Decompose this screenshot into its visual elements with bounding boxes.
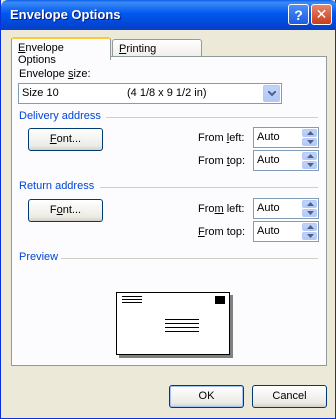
return-from-top-up[interactable]: [302, 223, 317, 231]
spin-up-arrow-icon: [307, 131, 314, 135]
envelope-size-dropdown-button[interactable]: [263, 85, 280, 102]
tab-envelope-options[interactable]: Envelope Options: [11, 37, 111, 66]
delivery-address-line: [165, 323, 199, 324]
delivery-from-left-spinner[interactable]: Auto: [253, 127, 319, 148]
spin-down-arrow-icon: [307, 163, 314, 167]
return-font-button[interactable]: Font...: [28, 199, 103, 222]
spin-down-arrow-icon: [307, 140, 314, 144]
preview-heading: Preview: [19, 251, 59, 263]
title-bar[interactable]: Envelope Options ? ✕: [1, 0, 336, 30]
delivery-from-top-spinner[interactable]: Auto: [253, 150, 319, 171]
return-from-left-value: Auto: [257, 202, 280, 214]
window-title: Envelope Options: [10, 7, 121, 22]
stamp-box: [215, 296, 225, 304]
delivery-address-line: [165, 319, 199, 320]
delivery-from-top-down[interactable]: [302, 161, 317, 169]
delivery-from-top-value: Auto: [257, 154, 280, 166]
spin-down-arrow-icon: [307, 211, 314, 215]
spin-up-arrow-icon: [307, 202, 314, 206]
envelope-size-dimensions: (4 1/8 x 9 1/2 in): [127, 87, 207, 99]
preview-separator: [61, 258, 318, 259]
close-icon: ✕: [315, 6, 328, 22]
delivery-from-left-down[interactable]: [302, 138, 317, 146]
envelope-size-select[interactable]: Size 10 (4 1/8 x 9 1/2 in): [18, 83, 282, 104]
delivery-font-button[interactable]: Font...: [28, 128, 103, 151]
question-mark-icon: ?: [294, 6, 303, 23]
envelope-options-dialog: Envelope Options ? ✕ Envelope Options Pr…: [0, 0, 336, 419]
envelope-size-value: Size 10: [22, 87, 59, 99]
return-from-left-down[interactable]: [302, 209, 317, 217]
delivery-address-line: [165, 327, 199, 328]
return-from-left-spinner[interactable]: Auto: [253, 198, 319, 219]
spin-up-arrow-icon: [307, 225, 314, 229]
return-from-top-value: Auto: [257, 225, 280, 237]
return-from-top-down[interactable]: [302, 232, 317, 240]
delivery-from-left-up[interactable]: [302, 129, 317, 137]
cancel-button[interactable]: Cancel: [252, 385, 327, 408]
delivery-address-line: [165, 331, 199, 332]
envelope-size-label: Envelope size:: [19, 68, 91, 80]
help-button[interactable]: ?: [288, 4, 309, 25]
return-address-line: [122, 299, 142, 300]
return-address-line: [122, 296, 142, 297]
return-address-separator: [100, 187, 318, 188]
return-address-heading: Return address: [19, 180, 95, 192]
spin-up-arrow-icon: [307, 154, 314, 158]
return-from-top-spinner[interactable]: Auto: [253, 221, 319, 242]
spin-down-arrow-icon: [307, 234, 314, 238]
delivery-address-separator: [106, 117, 318, 118]
delivery-from-left-label: From left:: [198, 132, 245, 144]
delivery-from-top-label: From top:: [198, 155, 246, 167]
delivery-from-left-value: Auto: [257, 131, 280, 143]
return-address-line: [122, 302, 142, 303]
close-button[interactable]: ✕: [311, 4, 332, 25]
delivery-from-top-up[interactable]: [302, 152, 317, 160]
return-from-left-label: From left:: [198, 203, 245, 215]
chevron-down-icon: [268, 91, 276, 97]
envelope-preview: [116, 292, 230, 355]
return-from-top-label: From top:: [198, 226, 246, 238]
return-from-left-up[interactable]: [302, 200, 317, 208]
ok-button[interactable]: OK: [169, 385, 244, 408]
delivery-address-heading: Delivery address: [19, 110, 101, 122]
